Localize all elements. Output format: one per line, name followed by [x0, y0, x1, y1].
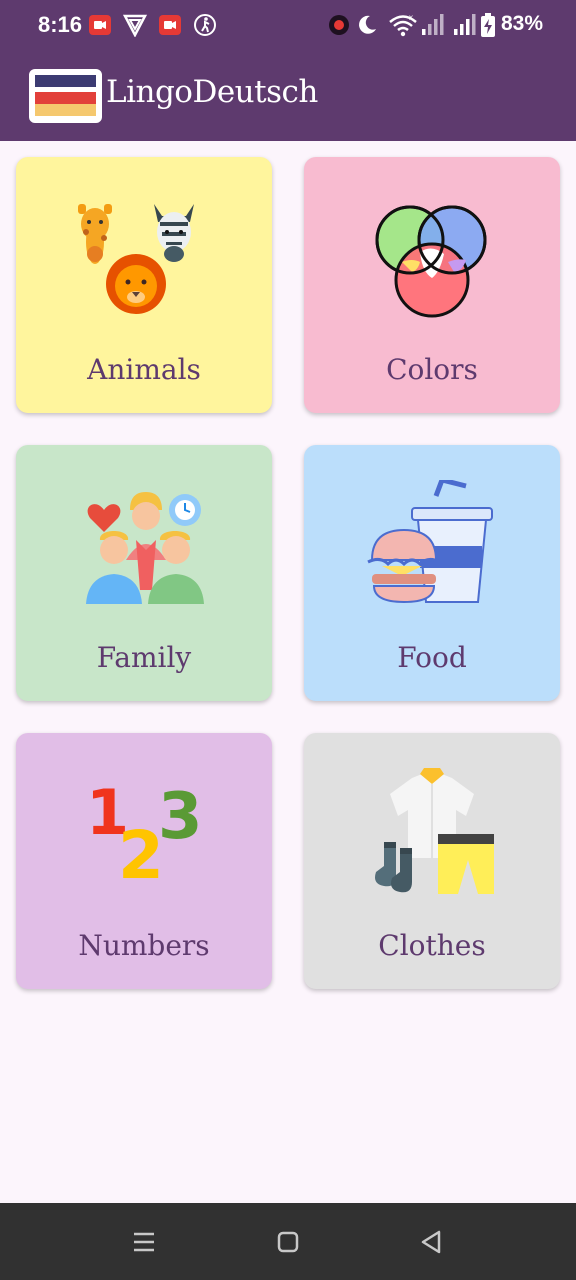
system-nav-bar — [0, 1203, 576, 1280]
category-label: Food — [397, 641, 467, 674]
accessibility-icon — [194, 14, 216, 36]
wifi-icon: x — [389, 13, 417, 37]
category-card-colors[interactable]: Colors — [304, 157, 560, 413]
screen-record-icon — [159, 15, 181, 35]
animals-icon — [78, 204, 194, 314]
signal-icon — [422, 14, 444, 35]
category-label: Numbers — [78, 929, 210, 962]
battery-percentage: 83% — [501, 12, 544, 35]
status-bar: 8:16 x 83% — [0, 0, 576, 52]
app-bar: LingoDeutsch — [0, 52, 576, 141]
menu-icon[interactable] — [131, 1229, 157, 1255]
category-label: Clothes — [378, 929, 486, 962]
record-dot-icon — [329, 15, 349, 35]
moon-icon — [359, 15, 376, 34]
back-icon[interactable] — [418, 1229, 444, 1255]
category-card-clothes[interactable]: Clothes — [304, 733, 560, 989]
svg-text:x: x — [409, 13, 413, 22]
category-card-animals[interactable]: Animals — [16, 157, 272, 413]
family-icon — [86, 492, 204, 604]
vpn-icon — [123, 14, 147, 37]
home-icon[interactable] — [275, 1229, 301, 1255]
app-title: LingoDeutsch — [106, 74, 318, 110]
category-label: Family — [96, 641, 192, 674]
clothes-icon — [375, 768, 494, 894]
food-icon — [367, 480, 493, 604]
screen-record-icon — [89, 15, 111, 35]
german-flag-icon — [29, 69, 102, 123]
category-card-family[interactable]: Family — [16, 445, 272, 701]
category-label: Animals — [87, 353, 201, 386]
svg-text:3: 3 — [158, 780, 203, 854]
battery-icon — [481, 13, 495, 37]
signal-icon — [454, 14, 476, 35]
category-label: Colors — [386, 353, 478, 386]
status-time: 8:16 — [38, 12, 83, 37]
numbers-icon: 1 2 3 — [86, 776, 203, 894]
colors-icon — [375, 205, 487, 318]
category-card-numbers[interactable]: 1 2 3 Numbers — [16, 733, 272, 989]
category-card-food[interactable]: Food — [304, 445, 560, 701]
